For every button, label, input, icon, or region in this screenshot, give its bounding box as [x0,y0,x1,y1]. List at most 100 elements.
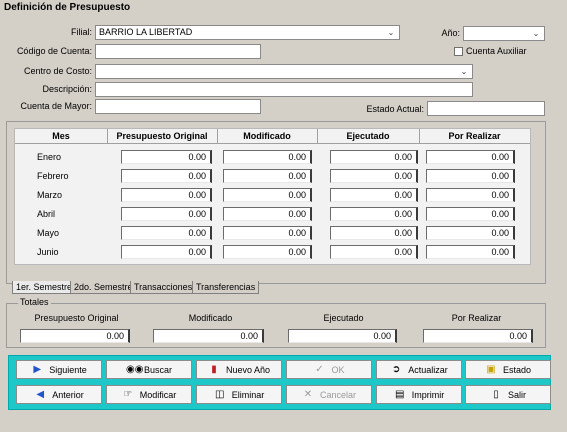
chevron-down-icon[interactable]: ⌄ [458,65,470,78]
filial-select[interactable]: BARRIO LA LIBERTAD ⌄ [95,25,400,40]
cell-original[interactable]: 0.00 [121,150,212,164]
play-right-icon: ▶ [33,363,42,375]
estado-actual-label: Estado Actual: [366,104,424,114]
siguiente-button[interactable]: ▶ Siguiente [16,360,102,379]
codigo-cuenta-field[interactable] [95,44,261,59]
ok-button[interactable]: ✓ OK [286,360,372,379]
row-mes: Abril [37,209,56,219]
col-header-modificado: Modificado [217,129,317,144]
col-header-mes: Mes [15,129,107,144]
estado-actual-field[interactable] [427,101,545,116]
check-icon: ✓ [315,363,324,375]
cell-por-realizar[interactable]: 0.00 [426,188,515,202]
total-ejecutado: 0.00 [288,329,397,343]
cell-ejecutado[interactable]: 0.00 [330,207,418,221]
col-divider [107,129,108,144]
descripcion-field[interactable] [95,82,473,97]
eliminar-button[interactable]: ◫ Eliminar [196,385,282,404]
descripcion-label: Descripción: [42,84,92,94]
codigo-cuenta-label: Código de Cuenta: [16,46,92,56]
cell-modificado[interactable]: 0.00 [223,188,312,202]
centro-costo-label: Centro de Costo: [23,66,92,76]
buscar-button[interactable]: ◉◉ Buscar [106,360,192,379]
col-header-original: Presupuesto Original [107,129,217,144]
nuevo-anio-button[interactable]: ▮ Nuevo Año [196,360,282,379]
cell-original[interactable]: 0.00 [121,226,212,240]
exit-door-icon: ▯ [493,388,499,400]
salir-label: Salir [507,389,526,400]
total-por-realizar: 0.00 [423,329,533,343]
anterior-label: Anterior [52,389,84,400]
cell-por-realizar[interactable]: 0.00 [426,150,515,164]
col-header-ejecutado: Ejecutado [317,129,419,144]
tab-transferencias[interactable]: Transferencias [192,281,260,294]
totales-header-ejecutado: Ejecutado [323,313,364,323]
cell-modificado[interactable]: 0.00 [223,169,312,183]
cell-original[interactable]: 0.00 [121,188,212,202]
cell-modificado[interactable]: 0.00 [223,150,312,164]
cell-ejecutado[interactable]: 0.00 [330,188,418,202]
imprimir-button[interactable]: ▤ Imprimir [376,385,462,404]
cell-ejecutado[interactable]: 0.00 [330,226,418,240]
trash-icon: ◫ [215,388,225,400]
cell-original[interactable]: 0.00 [121,169,212,183]
totales-header-por-realizar: Por Realizar [451,313,502,323]
row-mes: Enero [37,152,62,162]
salir-button[interactable]: ▯ Salir [465,385,551,404]
anio-select[interactable]: ⌄ [463,26,545,41]
row-mes: Mayo [37,228,60,238]
filial-label: Filial: [70,27,92,37]
actualizar-label: Actualizar [408,364,448,375]
filial-value: BARRIO LA LIBERTAD [99,27,193,37]
cell-por-realizar[interactable]: 0.00 [426,207,515,221]
cancelar-button[interactable]: ✕ Cancelar [286,385,372,404]
eliminar-label: Eliminar [231,389,265,400]
centro-costo-select[interactable]: ⌄ [95,64,473,79]
pointing-hand-icon: ☞ [123,388,133,400]
tab-1er-semestre[interactable]: 1er. Semestre [12,281,77,294]
ok-label: OK [331,364,345,375]
bottle-icon: ▮ [211,363,217,375]
siguiente-label: Siguiente [49,364,87,375]
close-icon: ✕ [303,388,313,400]
cell-ejecutado[interactable]: 0.00 [330,245,418,259]
row-mes: Marzo [37,190,63,200]
estado-button[interactable]: ▣ Estado [465,360,551,379]
col-divider [317,129,318,144]
runner-icon: ➲ [392,363,401,375]
cuenta-mayor-field[interactable] [95,99,261,114]
chevron-down-icon[interactable]: ⌄ [385,26,397,39]
cuenta-mayor-label: Cuenta de Mayor: [20,101,92,111]
cell-ejecutado[interactable]: 0.00 [330,150,418,164]
chevron-down-icon[interactable]: ⌄ [530,27,542,40]
imprimir-label: Imprimir [411,389,445,400]
cuenta-auxiliar-checkbox[interactable]: Cuenta Auxiliar [454,44,527,58]
lock-icon: ▣ [486,363,496,375]
printer-icon: ▤ [395,388,405,400]
cell-por-realizar[interactable]: 0.00 [426,245,515,259]
cancelar-label: Cancelar [319,389,357,400]
cell-por-realizar[interactable]: 0.00 [426,226,515,240]
totales-legend: Totales [18,296,51,308]
estado-label: Estado [502,364,532,375]
col-divider [419,129,420,144]
actualizar-button[interactable]: ➲ Actualizar [376,360,462,379]
tab-transacciones[interactable]: Transacciones [130,281,197,294]
cell-ejecutado[interactable]: 0.00 [330,169,418,183]
tab-2do-semestre[interactable]: 2do. Semestre [70,281,137,294]
cell-modificado[interactable]: 0.00 [223,245,312,259]
checkbox-box[interactable] [454,46,463,56]
col-header-por-realizar: Por Realizar [419,129,530,144]
anio-label: Año: [441,28,460,38]
cell-original[interactable]: 0.00 [121,207,212,221]
row-mes: Febrero [37,171,69,181]
cell-modificado[interactable]: 0.00 [223,207,312,221]
anterior-button[interactable]: ◀ Anterior [16,385,102,404]
window-title: Definición de Presupuesto [0,0,567,15]
modificar-button[interactable]: ☞ Modificar [106,385,192,404]
cell-original[interactable]: 0.00 [121,245,212,259]
cell-por-realizar[interactable]: 0.00 [426,169,515,183]
cell-modificado[interactable]: 0.00 [223,226,312,240]
total-original: 0.00 [20,329,130,343]
row-mes: Junio [37,247,59,257]
